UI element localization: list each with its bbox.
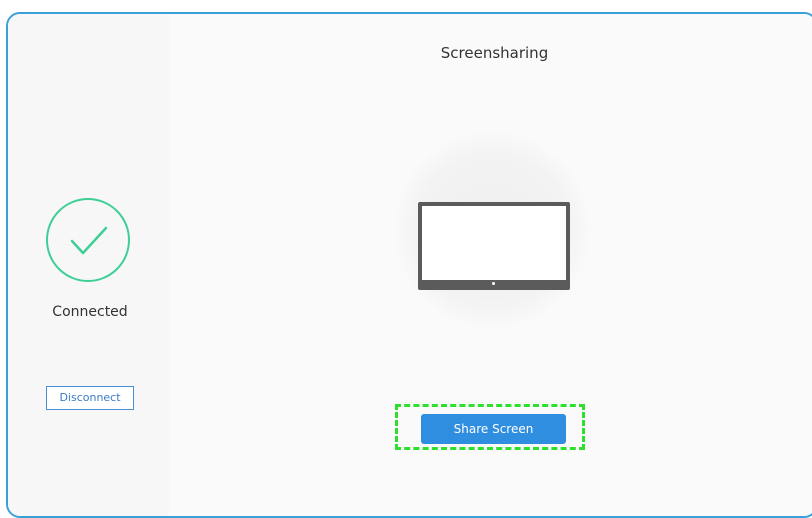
- monitor-icon: [418, 202, 570, 290]
- window-title: Screensharing: [440, 44, 549, 62]
- connection-status-label: Connected: [52, 304, 128, 320]
- share-screen-button[interactable]: Share Screen: [421, 414, 566, 444]
- monitor-power-dot: [492, 282, 495, 285]
- check-icon: [46, 198, 130, 282]
- screensharing-window: Screensharing Connected Disconnect Share…: [6, 12, 812, 518]
- disconnect-button[interactable]: Disconnect: [46, 386, 134, 410]
